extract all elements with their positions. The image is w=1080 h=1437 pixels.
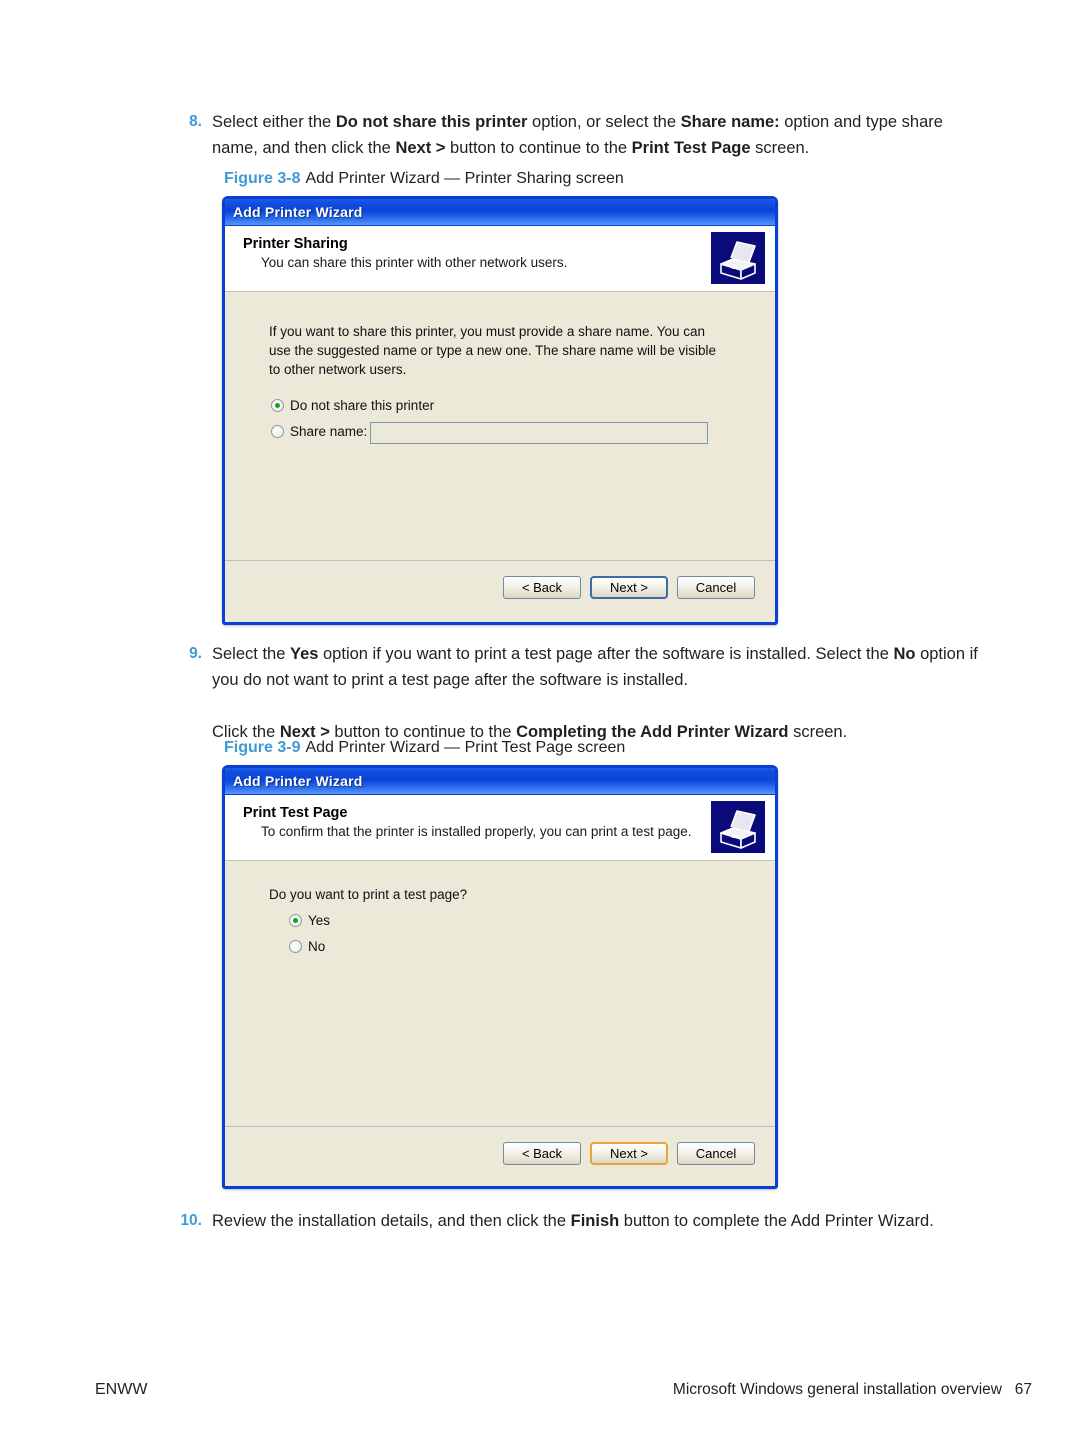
add-printer-wizard-dialog-test-page[interactable]: Add Printer Wizard Print Test Page To co… [222,765,778,1189]
dialog2-radio-yes-label: Yes [308,913,331,928]
dialog1-radio-share-name-label: Share name: [290,424,368,439]
dialog2-button-row: < Back Next > Cancel [503,1142,755,1165]
step-9: 9. Select the Yes option if you want to … [176,641,1004,745]
step-10-number: 10. [180,1212,202,1229]
dialog2-radio-no-label: No [308,939,326,954]
dialog1-body: If you want to share this printer, you m… [225,292,775,622]
step-10-paragraph-1: Review the installation details, and the… [212,1212,934,1230]
dialog2-window-title: Add Printer Wizard [233,773,363,789]
dialog1-back-button[interactable]: < Back [503,576,581,599]
dialog1-header: Printer Sharing You can share this print… [225,226,775,292]
step-8-paragraph-1: Select either the Do not share this prin… [212,113,943,157]
add-printer-wizard-dialog-sharing[interactable]: Add Printer Wizard Printer Sharing You c… [222,196,778,625]
dialog1-radio-do-not-share[interactable]: Do not share this printer [271,398,434,413]
step-9-text: Select the Yes option if you want to pri… [212,641,1004,745]
printer-icon [711,801,765,853]
radio-selected-icon[interactable] [289,914,302,927]
figure-3-9-number: Figure 3-9 [224,739,301,756]
dialog1-window-title: Add Printer Wizard [233,204,363,220]
step-9-number: 9. [189,645,202,662]
printer-icon [711,232,765,284]
dialog1-button-row: < Back Next > Cancel [503,576,755,599]
dialog1-titlebar[interactable]: Add Printer Wizard [225,199,775,226]
share-name-input[interactable] [370,422,708,444]
dialog2-body: Do you want to print a test page? Yes No… [225,861,775,1186]
dialog2-header-title: Print Test Page [243,805,348,821]
step-10: 10. Review the installation details, and… [176,1208,1016,1234]
dialog2-header: Print Test Page To confirm that the prin… [225,795,775,861]
dialog1-radio-do-not-share-label: Do not share this printer [290,398,435,413]
radio-selected-icon[interactable] [271,399,284,412]
step-8-number: 8. [189,113,202,130]
dialog1-radio-share-name[interactable]: Share name: [271,424,367,439]
dialog1-cancel-button[interactable]: Cancel [677,576,755,599]
dialog1-next-button[interactable]: Next > [590,576,668,599]
dialog1-header-title: Printer Sharing [243,236,348,252]
dialog2-next-button[interactable]: Next > [590,1142,668,1165]
dialog1-header-subtitle: You can share this printer with other ne… [261,255,568,270]
radio-unselected-icon[interactable] [289,940,302,953]
figure-3-9-text: Add Printer Wizard — Print Test Page scr… [305,739,626,756]
page-footer: ENWW Microsoft Windows general installat… [0,1367,1080,1437]
dialog2-separator [225,1126,775,1127]
footer-section-title: Microsoft Windows general installation o… [672,1381,1002,1398]
dialog2-question: Do you want to print a test page? [269,887,468,902]
dialog2-back-button[interactable]: < Back [503,1142,581,1165]
step-8-text: Select either the Do not share this prin… [212,109,991,161]
radio-unselected-icon[interactable] [271,425,284,438]
step-9-paragraph-1: Select the Yes option if you want to pri… [212,645,978,689]
footer-page-number: 67 [1014,1381,1032,1398]
figure-3-9-caption: Figure 3-9 Add Printer Wizard — Print Tes… [224,739,625,757]
dialog2-radio-no[interactable]: No [289,939,325,954]
step-8: 8. Select either the Do not share this p… [176,109,991,161]
dialog2-cancel-button[interactable]: Cancel [677,1142,755,1165]
document-page: 8. Select either the Do not share this p… [0,0,1080,1437]
dialog2-radio-yes[interactable]: Yes [289,913,330,928]
footer-enww: ENWW [95,1381,148,1398]
dialog1-body-text: If you want to share this printer, you m… [269,324,717,377]
figure-3-8-caption: Figure 3-8 Add Printer Wizard — Printer S… [224,170,624,188]
dialog2-header-subtitle: To confirm that the printer is installed… [261,824,692,839]
figure-3-8-number: Figure 3-8 [224,170,301,187]
dialog1-separator [225,560,775,561]
step-10-text: Review the installation details, and the… [212,1208,1016,1234]
dialog2-titlebar[interactable]: Add Printer Wizard [225,768,775,795]
figure-3-8-text: Add Printer Wizard — Printer Sharing scr… [305,170,624,187]
